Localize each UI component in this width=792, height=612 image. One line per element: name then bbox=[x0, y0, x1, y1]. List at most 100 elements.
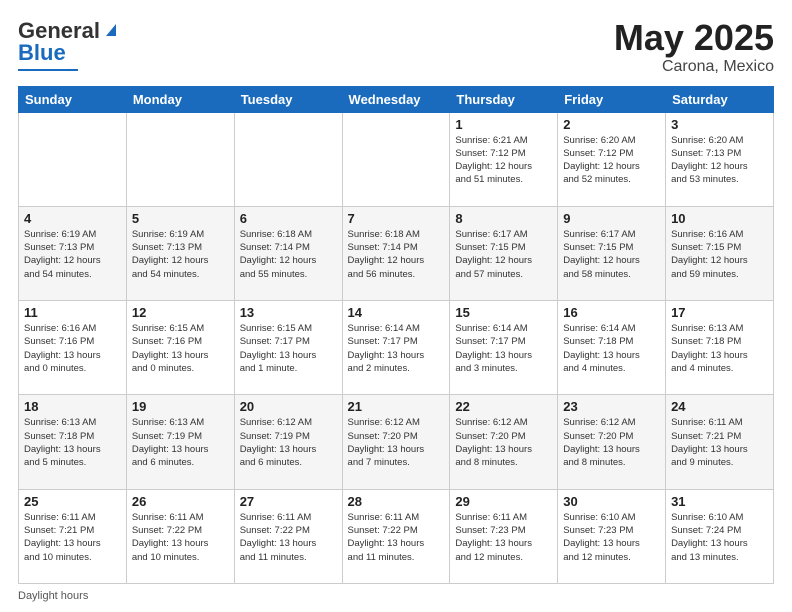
day-info: Sunrise: 6:12 AM Sunset: 7:19 PM Dayligh… bbox=[240, 416, 337, 469]
day-number: 9 bbox=[563, 211, 660, 226]
weekday-header-tuesday: Tuesday bbox=[234, 86, 342, 112]
day-number: 20 bbox=[240, 399, 337, 414]
weekday-header-friday: Friday bbox=[558, 86, 666, 112]
day-info: Sunrise: 6:18 AM Sunset: 7:14 PM Dayligh… bbox=[348, 228, 445, 281]
calendar-cell: 18 Sunrise: 6:13 AM Sunset: 7:18 PM Dayli… bbox=[19, 395, 127, 489]
calendar-cell bbox=[234, 112, 342, 206]
day-number: 4 bbox=[24, 211, 121, 226]
calendar-cell bbox=[19, 112, 127, 206]
day-info: Sunrise: 6:20 AM Sunset: 7:13 PM Dayligh… bbox=[671, 134, 768, 187]
logo-blue-text: Blue bbox=[18, 40, 66, 66]
day-number: 8 bbox=[455, 211, 552, 226]
day-number: 23 bbox=[563, 399, 660, 414]
calendar-week-5: 25 Sunrise: 6:11 AM Sunset: 7:21 PM Dayli… bbox=[19, 489, 774, 583]
weekday-header-saturday: Saturday bbox=[666, 86, 774, 112]
calendar-table: SundayMondayTuesdayWednesdayThursdayFrid… bbox=[18, 86, 774, 584]
day-number: 1 bbox=[455, 117, 552, 132]
calendar-cell: 9 Sunrise: 6:17 AM Sunset: 7:15 PM Daylig… bbox=[558, 206, 666, 300]
day-info: Sunrise: 6:12 AM Sunset: 7:20 PM Dayligh… bbox=[455, 416, 552, 469]
calendar-cell: 8 Sunrise: 6:17 AM Sunset: 7:15 PM Daylig… bbox=[450, 206, 558, 300]
weekday-header-monday: Monday bbox=[126, 86, 234, 112]
day-info: Sunrise: 6:14 AM Sunset: 7:17 PM Dayligh… bbox=[348, 322, 445, 375]
day-number: 11 bbox=[24, 305, 121, 320]
day-number: 29 bbox=[455, 494, 552, 509]
calendar-cell: 15 Sunrise: 6:14 AM Sunset: 7:17 PM Dayli… bbox=[450, 301, 558, 395]
calendar-cell: 19Sunrise: 6:13 AM Sunset: 7:19 PM Dayli… bbox=[126, 395, 234, 489]
day-info: Sunrise: 6:10 AM Sunset: 7:24 PM Dayligh… bbox=[671, 511, 768, 564]
calendar-cell: 6Sunrise: 6:18 AM Sunset: 7:14 PM Daylig… bbox=[234, 206, 342, 300]
day-info: Sunrise: 6:15 AM Sunset: 7:16 PM Dayligh… bbox=[132, 322, 229, 375]
calendar-cell: 2Sunrise: 6:20 AM Sunset: 7:12 PM Daylig… bbox=[558, 112, 666, 206]
calendar-cell: 10 Sunrise: 6:16 AM Sunset: 7:15 PM Dayli… bbox=[666, 206, 774, 300]
day-number: 30 bbox=[563, 494, 660, 509]
day-info: Sunrise: 6:11 AM Sunset: 7:21 PM Dayligh… bbox=[24, 511, 121, 564]
calendar-cell: 20 Sunrise: 6:12 AM Sunset: 7:19 PM Dayli… bbox=[234, 395, 342, 489]
day-info: Sunrise: 6:19 AM Sunset: 7:13 PM Dayligh… bbox=[24, 228, 121, 281]
day-number: 25 bbox=[24, 494, 121, 509]
day-info: Sunrise: 6:12 AM Sunset: 7:20 PM Dayligh… bbox=[563, 416, 660, 469]
day-info: Sunrise: 6:13 AM Sunset: 7:19 PM Dayligh… bbox=[132, 416, 229, 469]
calendar-cell: 16 Sunrise: 6:14 AM Sunset: 7:18 PM Dayli… bbox=[558, 301, 666, 395]
calendar-week-2: 4 Sunrise: 6:19 AM Sunset: 7:13 PM Daylig… bbox=[19, 206, 774, 300]
calendar-location: Carona, Mexico bbox=[614, 58, 774, 76]
calendar-cell: 25 Sunrise: 6:11 AM Sunset: 7:21 PM Dayli… bbox=[19, 489, 127, 583]
calendar-cell: 23 Sunrise: 6:12 AM Sunset: 7:20 PM Dayli… bbox=[558, 395, 666, 489]
day-info: Sunrise: 6:16 AM Sunset: 7:15 PM Dayligh… bbox=[671, 228, 768, 281]
logo: General Blue bbox=[18, 18, 120, 71]
day-info: Sunrise: 6:17 AM Sunset: 7:15 PM Dayligh… bbox=[455, 228, 552, 281]
footer: Daylight hours bbox=[18, 590, 774, 602]
calendar-week-1: 1 Sunrise: 6:21 AM Sunset: 7:12 PM Daylig… bbox=[19, 112, 774, 206]
day-number: 7 bbox=[348, 211, 445, 226]
calendar-cell: 11 Sunrise: 6:16 AM Sunset: 7:16 PM Dayli… bbox=[19, 301, 127, 395]
calendar-cell: 3 Sunrise: 6:20 AM Sunset: 7:13 PM Daylig… bbox=[666, 112, 774, 206]
calendar-cell: 31 Sunrise: 6:10 AM Sunset: 7:24 PM Dayli… bbox=[666, 489, 774, 583]
day-info: Sunrise: 6:14 AM Sunset: 7:18 PM Dayligh… bbox=[563, 322, 660, 375]
day-number: 12 bbox=[132, 305, 229, 320]
day-number: 15 bbox=[455, 305, 552, 320]
day-number: 21 bbox=[348, 399, 445, 414]
day-number: 27 bbox=[240, 494, 337, 509]
day-info: Sunrise: 6:13 AM Sunset: 7:18 PM Dayligh… bbox=[24, 416, 121, 469]
day-number: 3 bbox=[671, 117, 768, 132]
calendar-cell bbox=[126, 112, 234, 206]
day-number: 26 bbox=[132, 494, 229, 509]
calendar-cell bbox=[342, 112, 450, 206]
day-info: Sunrise: 6:14 AM Sunset: 7:17 PM Dayligh… bbox=[455, 322, 552, 375]
day-info: Sunrise: 6:11 AM Sunset: 7:22 PM Dayligh… bbox=[348, 511, 445, 564]
day-info: Sunrise: 6:16 AM Sunset: 7:16 PM Dayligh… bbox=[24, 322, 121, 375]
day-info: Sunrise: 6:11 AM Sunset: 7:22 PM Dayligh… bbox=[240, 511, 337, 564]
day-number: 17 bbox=[671, 305, 768, 320]
day-number: 14 bbox=[348, 305, 445, 320]
page: General Blue May 2025 Carona, Mexico Sun… bbox=[0, 0, 792, 612]
day-number: 28 bbox=[348, 494, 445, 509]
weekday-header-wednesday: Wednesday bbox=[342, 86, 450, 112]
title-block: May 2025 Carona, Mexico bbox=[614, 18, 774, 76]
calendar-cell: 22 Sunrise: 6:12 AM Sunset: 7:20 PM Dayli… bbox=[450, 395, 558, 489]
calendar-week-3: 11 Sunrise: 6:16 AM Sunset: 7:16 PM Dayli… bbox=[19, 301, 774, 395]
day-info: Sunrise: 6:21 AM Sunset: 7:12 PM Dayligh… bbox=[455, 134, 552, 187]
day-number: 24 bbox=[671, 399, 768, 414]
day-info: Sunrise: 6:11 AM Sunset: 7:21 PM Dayligh… bbox=[671, 416, 768, 469]
day-number: 10 bbox=[671, 211, 768, 226]
calendar-cell: 14 Sunrise: 6:14 AM Sunset: 7:17 PM Dayli… bbox=[342, 301, 450, 395]
day-info: Sunrise: 6:10 AM Sunset: 7:23 PM Dayligh… bbox=[563, 511, 660, 564]
calendar-cell: 27 Sunrise: 6:11 AM Sunset: 7:22 PM Dayli… bbox=[234, 489, 342, 583]
daylight-label: Daylight hours bbox=[18, 590, 88, 602]
day-info: Sunrise: 6:11 AM Sunset: 7:23 PM Dayligh… bbox=[455, 511, 552, 564]
day-info: Sunrise: 6:17 AM Sunset: 7:15 PM Dayligh… bbox=[563, 228, 660, 281]
day-number: 22 bbox=[455, 399, 552, 414]
day-number: 31 bbox=[671, 494, 768, 509]
logo-underline bbox=[18, 69, 78, 71]
calendar-cell: 4 Sunrise: 6:19 AM Sunset: 7:13 PM Daylig… bbox=[19, 206, 127, 300]
calendar-cell: 21Sunrise: 6:12 AM Sunset: 7:20 PM Dayli… bbox=[342, 395, 450, 489]
calendar-cell: 17Sunrise: 6:13 AM Sunset: 7:18 PM Dayli… bbox=[666, 301, 774, 395]
weekday-header-thursday: Thursday bbox=[450, 86, 558, 112]
day-number: 16 bbox=[563, 305, 660, 320]
header: General Blue May 2025 Carona, Mexico bbox=[18, 18, 774, 76]
day-number: 18 bbox=[24, 399, 121, 414]
day-info: Sunrise: 6:20 AM Sunset: 7:12 PM Dayligh… bbox=[563, 134, 660, 187]
calendar-cell: 30 Sunrise: 6:10 AM Sunset: 7:23 PM Dayli… bbox=[558, 489, 666, 583]
calendar-cell: 12 Sunrise: 6:15 AM Sunset: 7:16 PM Dayli… bbox=[126, 301, 234, 395]
day-number: 6 bbox=[240, 211, 337, 226]
calendar-cell: 5Sunrise: 6:19 AM Sunset: 7:13 PM Daylig… bbox=[126, 206, 234, 300]
